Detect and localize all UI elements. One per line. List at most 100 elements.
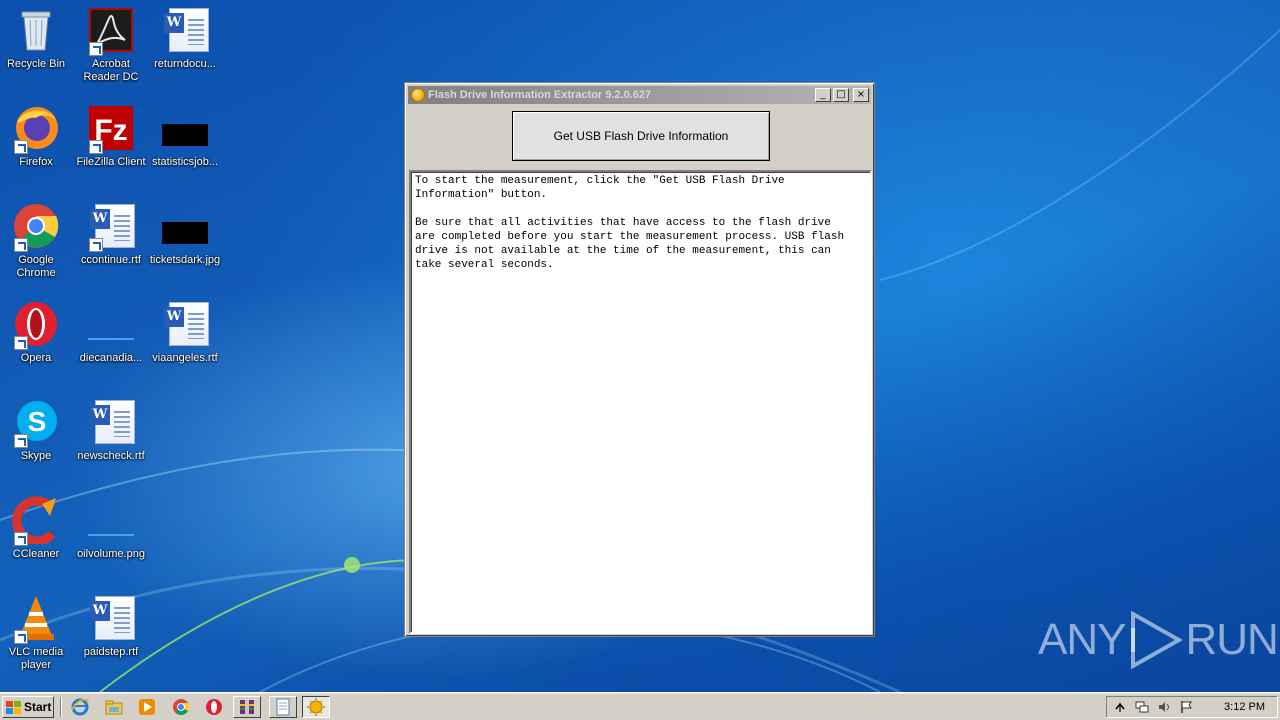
winrar-icon [240, 700, 254, 714]
shortcut-arrow-icon [14, 238, 28, 252]
image-file-icon [87, 300, 135, 348]
desktop-icon-label: FileZilla Client [76, 156, 146, 168]
desktop-icon-ccleaner[interactable]: CCleaner [0, 496, 73, 561]
desktop-icon-viaangeles[interactable]: W viaangeles.rtf [148, 300, 222, 365]
vlc-icon [12, 594, 60, 644]
desktop-icon-filezilla[interactable]: Fz FileZilla Client [74, 104, 148, 169]
notepad-icon [276, 698, 290, 716]
opera-icon [12, 300, 60, 350]
desktop-icon-statisticsjob[interactable]: statisticsjob... [148, 104, 222, 169]
explorer-icon[interactable] [105, 698, 123, 716]
desktop-icon-diecanadia[interactable]: diecanadia... [74, 300, 148, 365]
desktop-icon-label: CCleaner [12, 548, 60, 560]
desktop-icon-vlc[interactable]: VLC media player [0, 594, 73, 672]
desktop-icon-label: ticketsdark.jpg [149, 254, 221, 266]
firefox-icon [12, 104, 60, 154]
output-text: To start the measurement, click the "Get… [415, 175, 845, 271]
output-textarea[interactable]: To start the measurement, click the "Get… [409, 170, 872, 634]
desktop-icon-paidstep[interactable]: W paidstep.rtf [74, 594, 148, 659]
media-player-icon[interactable] [138, 698, 156, 716]
desktop-icon-newscheck[interactable]: W newscheck.rtf [74, 398, 148, 463]
action-center-flag-icon[interactable] [1179, 700, 1193, 714]
shortcut-arrow-icon [14, 630, 28, 644]
desktop-icon-opera[interactable]: Opera [0, 300, 73, 365]
desktop-icon-label: Opera [20, 352, 52, 364]
desktop-icon-ticketsdark[interactable]: ticketsdark.jpg [148, 202, 222, 267]
taskbar-app-winrar[interactable] [233, 696, 261, 718]
shortcut-arrow-icon [14, 532, 28, 546]
close-button[interactable]: × [853, 88, 869, 102]
window-title: Flash Drive Information Extractor 9.2.0.… [428, 89, 652, 101]
app-sun-icon [411, 88, 425, 102]
acrobat-icon [87, 6, 135, 56]
show-hidden-icon[interactable] [1113, 700, 1127, 714]
desktop-icon-label: paidstep.rtf [83, 646, 139, 658]
anyrun-watermark: ANY RUN [1038, 608, 1279, 672]
desktop: Recycle Bin Firefox Google Chrome Opera … [0, 0, 1280, 692]
shortcut-arrow-icon [89, 42, 103, 56]
watermark-right-text: RUN [1185, 615, 1278, 664]
get-usb-info-button[interactable]: Get USB Flash Drive Information [512, 111, 770, 161]
start-button[interactable]: Start [2, 696, 54, 718]
image-file-icon [161, 202, 209, 250]
maximize-button[interactable]: □ [833, 88, 849, 102]
start-label: Start [24, 700, 52, 714]
minimize-button[interactable]: _ [815, 88, 831, 102]
image-file-icon [161, 104, 209, 152]
word-document-icon: W [161, 300, 209, 348]
word-document-icon: W [87, 594, 135, 642]
volume-icon[interactable] [1157, 700, 1171, 714]
shortcut-arrow-icon [14, 336, 28, 350]
opera-icon[interactable] [205, 698, 223, 716]
system-tray: 3:12 PM [1106, 696, 1278, 718]
windows-flag-icon [6, 700, 21, 714]
image-file-icon [87, 496, 135, 544]
desktop-icon-label: Acrobat Reader DC [83, 58, 139, 83]
watermark-left-text: ANY [1038, 615, 1126, 664]
shortcut-arrow-icon [14, 434, 28, 448]
clock[interactable]: 3:12 PM [1224, 701, 1265, 713]
desktop-icon-skype[interactable]: S Skype [0, 398, 73, 463]
recycle-bin-icon [12, 6, 60, 54]
desktop-icon-label: Firefox [19, 156, 53, 168]
skype-icon: S [12, 398, 60, 448]
ie-icon[interactable] [71, 698, 89, 716]
desktop-icon-label: Skype [20, 450, 52, 462]
window-titlebar[interactable]: Flash Drive Information Extractor 9.2.0.… [408, 86, 871, 104]
shortcut-arrow-icon [89, 140, 103, 154]
svg-text:S: S [28, 406, 47, 437]
watermark-play-icon [1131, 610, 1184, 670]
taskbar: Start 3:12 PM [0, 692, 1280, 720]
desktop-icon-label: ccontinue.rtf [81, 254, 141, 266]
taskbar-app-flash-extractor[interactable] [302, 696, 330, 718]
desktop-icon-label: statisticsjob... [151, 156, 219, 168]
chrome-icon [12, 202, 60, 252]
ccleaner-icon [12, 496, 60, 546]
shortcut-arrow-icon [89, 238, 103, 252]
desktop-icon-returndocu[interactable]: W returndocu... [148, 6, 222, 71]
desktop-icon-firefox[interactable]: Firefox [0, 104, 73, 169]
desktop-icon-ccontinue[interactable]: W ccontinue.rtf [74, 202, 148, 267]
flash-drive-extractor-window: Flash Drive Information Extractor 9.2.0.… [404, 82, 875, 637]
desktop-icon-label: newscheck.rtf [77, 450, 145, 462]
desktop-icon-label: VLC media player [8, 646, 64, 671]
filezilla-icon: Fz [87, 104, 135, 154]
desktop-icon-label: oilvolume.png [77, 548, 145, 560]
word-document-icon: W [161, 6, 209, 54]
shortcut-arrow-icon [14, 140, 28, 154]
word-document-icon: W [87, 398, 135, 446]
word-document-icon: W [87, 202, 135, 252]
network-icon[interactable] [1135, 700, 1149, 714]
desktop-icon-label: Google Chrome [16, 254, 56, 279]
desktop-icon-recycle-bin[interactable]: Recycle Bin [0, 6, 73, 71]
desktop-icon-oilvolume[interactable]: oilvolume.png [74, 496, 148, 561]
desktop-icon-label: Recycle Bin [6, 58, 66, 70]
desktop-icon-label: viaangeles.rtf [152, 352, 218, 364]
desktop-icon-acrobat[interactable]: Acrobat Reader DC [74, 6, 148, 84]
desktop-icon-label: diecanadia... [79, 352, 143, 364]
taskbar-app-notepad[interactable] [269, 696, 297, 718]
flash-extractor-icon [307, 698, 325, 716]
desktop-icon-google-chrome[interactable]: Google Chrome [0, 202, 73, 280]
chrome-icon[interactable] [172, 698, 190, 716]
taskbar-separator [60, 697, 62, 717]
